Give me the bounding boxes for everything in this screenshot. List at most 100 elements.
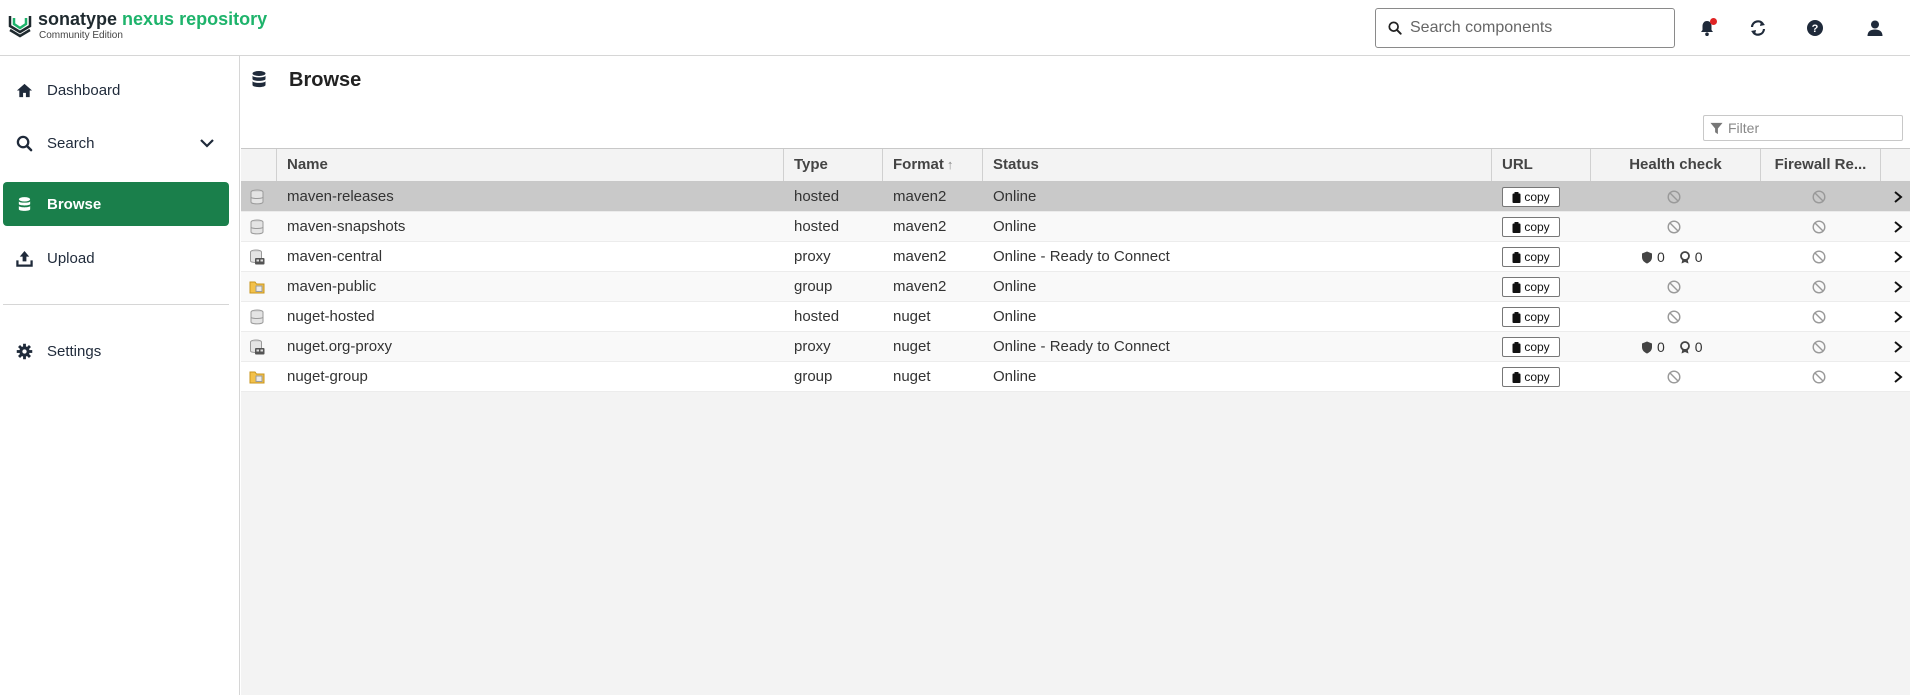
sidebar-item-settings[interactable]: Settings xyxy=(3,329,229,373)
repo-format: nuget xyxy=(893,338,931,355)
chevron-right-icon[interactable] xyxy=(1893,191,1903,203)
copy-label: copy xyxy=(1524,280,1550,294)
repo-name: maven-public xyxy=(287,278,377,295)
table-row[interactable]: maven-snapshots hosted maven2 Online cop… xyxy=(241,212,1910,242)
repo-type: proxy xyxy=(794,248,831,265)
copy-label: copy xyxy=(1524,190,1550,204)
sidebar-item-label: Settings xyxy=(47,342,102,360)
hosted-repo-icon xyxy=(249,212,269,242)
repo-status: Online xyxy=(993,368,1037,385)
repo-name: nuget-group xyxy=(287,368,368,385)
copy-url-button[interactable]: copy xyxy=(1502,277,1560,297)
table-row[interactable]: nuget-hosted hosted nuget Online copy xyxy=(241,302,1910,332)
chevron-right-icon[interactable] xyxy=(1893,341,1903,353)
user-menu-button[interactable] xyxy=(1864,17,1886,39)
notifications-button[interactable] xyxy=(1696,17,1718,39)
repo-type: hosted xyxy=(794,308,840,325)
copy-url-button[interactable]: copy xyxy=(1502,247,1560,267)
sort-ascending-icon: ↑ xyxy=(946,157,954,172)
copy-url-button[interactable]: copy xyxy=(1502,337,1560,357)
health-check-results[interactable]: 0 0 xyxy=(1641,332,1703,362)
search-icon xyxy=(1388,21,1402,35)
column-header-icon xyxy=(241,149,277,181)
repo-name: nuget-hosted xyxy=(287,308,375,325)
table-row[interactable]: nuget.org-proxy proxy nuget Online - Rea… xyxy=(241,332,1910,362)
copy-label: copy xyxy=(1524,340,1550,354)
column-header-status[interactable]: Status xyxy=(983,149,1492,181)
not-applicable-icon xyxy=(1812,340,1826,354)
copy-url-button[interactable]: copy xyxy=(1502,217,1560,237)
copy-label: copy xyxy=(1524,310,1550,324)
not-applicable-icon xyxy=(1812,370,1826,384)
not-applicable-icon xyxy=(1667,220,1681,234)
repo-type: hosted xyxy=(794,188,840,205)
search-components-input[interactable] xyxy=(1410,19,1650,37)
chevron-right-icon[interactable] xyxy=(1893,371,1903,383)
copy-url-button[interactable]: copy xyxy=(1502,307,1560,327)
search-icon xyxy=(16,135,33,151)
license-ribbon-icon xyxy=(1679,250,1690,263)
refresh-button[interactable] xyxy=(1747,17,1769,39)
filter-box[interactable] xyxy=(1703,115,1903,141)
upload-icon xyxy=(16,250,33,267)
sidebar-item-label: Upload xyxy=(47,249,95,267)
table-row[interactable]: nuget-group group nuget Online copy xyxy=(241,362,1910,392)
product-name: nexus repository xyxy=(122,9,268,29)
chevron-right-icon[interactable] xyxy=(1893,221,1903,233)
repo-name: maven-snapshots xyxy=(287,218,406,235)
chevron-down-icon[interactable] xyxy=(199,135,215,151)
not-applicable-icon xyxy=(1667,280,1681,294)
sidebar-item-search[interactable]: Search xyxy=(3,121,229,165)
svg-text:?: ? xyxy=(1812,23,1819,35)
search-components-box[interactable] xyxy=(1375,8,1675,48)
not-applicable-icon xyxy=(1667,190,1681,204)
table-row[interactable]: maven-public group maven2 Online copy xyxy=(241,272,1910,302)
column-header-format-label: Format xyxy=(893,156,944,173)
sidebar-item-upload[interactable]: Upload xyxy=(3,236,229,280)
help-icon: ? xyxy=(1807,20,1823,36)
license-issue-count: 0 xyxy=(1694,249,1703,265)
group-repo-icon xyxy=(249,362,269,392)
health-check-results[interactable]: 0 0 xyxy=(1641,242,1703,272)
database-icon xyxy=(252,71,266,88)
table-row[interactable]: maven-releases hosted maven2 Online copy xyxy=(241,182,1910,212)
column-header-name[interactable]: Name xyxy=(277,149,784,181)
security-shield-icon xyxy=(1642,341,1652,353)
hosted-repo-icon xyxy=(249,302,269,332)
clipboard-icon xyxy=(1512,311,1521,323)
sidebar-item-dashboard[interactable]: Dashboard xyxy=(3,68,229,112)
repositories-grid: Name Type Format ↑ Status URL Health chec… xyxy=(241,148,1910,392)
column-header-type[interactable]: Type xyxy=(784,149,883,181)
group-repo-icon xyxy=(249,272,269,302)
column-header-health-check[interactable]: Health check xyxy=(1591,149,1761,181)
chevron-right-icon[interactable] xyxy=(1893,311,1903,323)
not-applicable-icon xyxy=(1812,220,1826,234)
repo-format: maven2 xyxy=(893,278,947,295)
filter-icon xyxy=(1710,122,1723,134)
repo-status: Online - Ready to Connect xyxy=(993,338,1170,355)
security-issue-count: 0 xyxy=(1657,249,1665,265)
chevron-right-icon[interactable] xyxy=(1893,251,1903,263)
help-button[interactable]: ? xyxy=(1804,17,1826,39)
sonatype-logo[interactable]: sonatype nexus repository Community Edit… xyxy=(8,10,267,41)
filter-input[interactable] xyxy=(1728,120,1898,136)
proxy-repo-icon xyxy=(249,242,269,272)
copy-label: copy xyxy=(1524,250,1550,264)
column-header-url[interactable]: URL xyxy=(1492,149,1591,181)
page-title: Browse xyxy=(289,69,362,91)
column-header-format[interactable]: Format ↑ xyxy=(883,149,983,181)
home-icon xyxy=(16,83,33,97)
sidebar-item-browse[interactable]: Browse xyxy=(3,182,229,226)
proxy-repo-icon xyxy=(249,332,269,362)
repo-name: nuget.org-proxy xyxy=(287,338,393,355)
repo-status: Online xyxy=(993,278,1037,295)
repo-type: group xyxy=(794,368,833,385)
column-header-firewall[interactable]: Firewall Re... xyxy=(1761,149,1881,181)
table-row[interactable]: maven-central proxy maven2 Online - Read… xyxy=(241,242,1910,272)
hosted-repo-icon xyxy=(249,182,269,212)
chevron-right-icon[interactable] xyxy=(1893,281,1903,293)
copy-url-button[interactable]: copy xyxy=(1502,367,1560,387)
grid-header: Name Type Format ↑ Status URL Health chec… xyxy=(241,148,1910,182)
copy-url-button[interactable]: copy xyxy=(1502,187,1560,207)
clipboard-icon xyxy=(1512,251,1521,263)
